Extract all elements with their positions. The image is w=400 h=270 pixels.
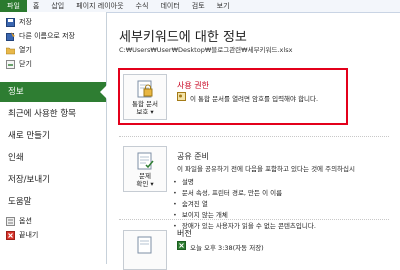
- prepare-items: 설명 문서 속성, 프린터 경로, 만든 이 이름 숨겨진 열 보이지 않는 개…: [173, 177, 316, 232]
- close-file-icon: [6, 59, 15, 69]
- file-path: C:₩Users₩User₩Desktop₩블로그관련₩세부키워드.xlsx: [119, 46, 293, 54]
- tab-page-layout[interactable]: 페이지 레이아웃: [70, 0, 129, 12]
- sidebar-open[interactable]: 열기: [5, 44, 32, 56]
- check-issues-label-2: 확인 ▾: [136, 180, 154, 188]
- sidebar-save-label: 저장: [19, 18, 32, 26]
- sidebar-close-label: 닫기: [19, 60, 32, 68]
- sidebar-save[interactable]: 저장: [6, 16, 32, 28]
- sidebar-save-as-label: 다른 이름으로 저장: [19, 32, 75, 40]
- list-item: 숨겨진 열: [173, 199, 316, 210]
- folder-open-icon: [5, 46, 16, 55]
- tab-recent[interactable]: 최근에 사용한 항목: [0, 104, 106, 124]
- sidebar-open-label: 열기: [19, 46, 32, 54]
- tab-print[interactable]: 인쇄: [0, 148, 106, 168]
- prepare-desc: 이 파일을 공유하기 전에 다음을 포함하고 있다는 것에 주의하십시: [177, 165, 355, 173]
- sidebar-close[interactable]: 닫기: [6, 58, 32, 70]
- tab-help[interactable]: 도움말: [0, 192, 106, 212]
- sidebar-options[interactable]: 옵션: [6, 215, 32, 227]
- divider: [119, 136, 389, 137]
- check-issues-button[interactable]: 문제 확인 ▾: [123, 146, 167, 192]
- tab-data[interactable]: 데이터: [154, 0, 185, 12]
- prepare-title: 공유 준비: [177, 152, 209, 161]
- tab-view[interactable]: 보기: [211, 0, 236, 12]
- tab-home[interactable]: 홈: [27, 0, 45, 12]
- list-item: 설명: [173, 177, 316, 188]
- version-entry-label: 오늘 오후 3:38(자동 저장): [190, 243, 264, 252]
- backstage-sidebar: 저장 다른 이름으로 저장 열기 닫기 정보 최근에 사용한 항목 새로 만들기…: [0, 12, 107, 264]
- list-item: 문서 속성, 프린터 경로, 만든 이 이름: [173, 188, 316, 199]
- info-panel: 세부키워드에 대한 정보 C:₩Users₩User₩Desktop₩블로그관련…: [107, 12, 400, 270]
- page-title: 세부키워드에 대한 정보: [119, 30, 247, 45]
- tab-info[interactable]: 정보: [0, 82, 107, 102]
- list-item: 장애가 있는 사용자가 읽을 수 없는 콘텐츠입니다.: [173, 221, 316, 232]
- check-issues-label-1: 문제: [139, 172, 151, 180]
- manage-versions-button[interactable]: [123, 230, 167, 270]
- version-entry[interactable]: 오늘 오후 3:38(자동 저장): [177, 241, 264, 252]
- versions-document-icon: [135, 236, 155, 256]
- sidebar-save-as[interactable]: 다른 이름으로 저장: [6, 30, 75, 42]
- permissions-highlight-box: [118, 68, 348, 125]
- tab-formulas[interactable]: 수식: [130, 0, 155, 12]
- save-icon: [6, 17, 15, 27]
- file-tab[interactable]: 파일: [0, 0, 27, 12]
- options-icon: [6, 216, 15, 226]
- save-as-icon: [6, 31, 15, 41]
- sidebar-exit[interactable]: 끝내기: [6, 229, 38, 241]
- tab-new[interactable]: 새로 만들기: [0, 126, 106, 146]
- sidebar-exit-label: 끝내기: [19, 231, 39, 239]
- divider: [119, 219, 389, 220]
- sidebar-options-label: 옵션: [19, 217, 32, 225]
- tab-insert[interactable]: 삽입: [45, 0, 70, 12]
- check-document-icon: [135, 152, 155, 172]
- versions-title: 버전: [177, 229, 192, 238]
- tab-save-send[interactable]: 저장/보내기: [0, 170, 106, 190]
- exit-icon: [6, 230, 15, 240]
- tab-review[interactable]: 검토: [186, 0, 211, 12]
- excel-file-icon: [177, 241, 186, 252]
